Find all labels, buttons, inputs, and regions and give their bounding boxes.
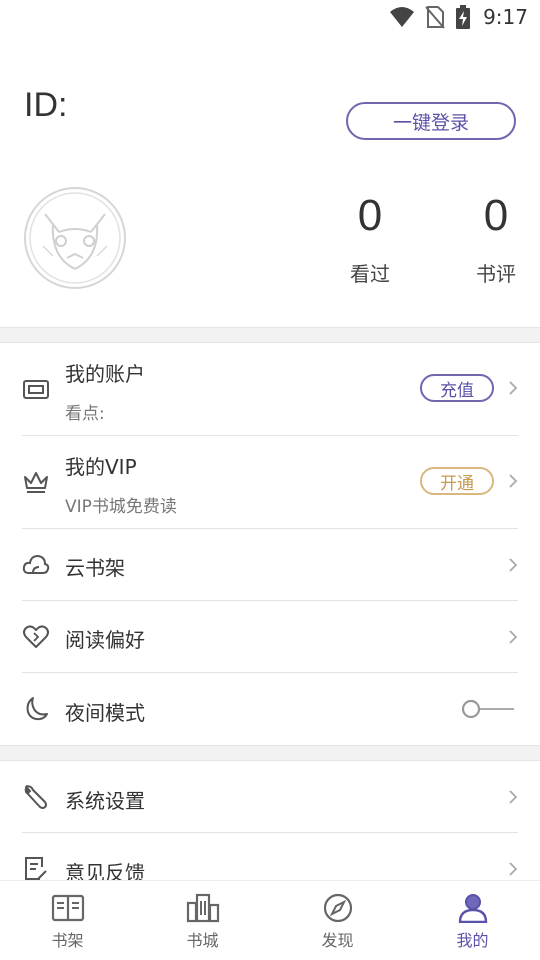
menu-item-feedback[interactable]: 意见反馈: [0, 833, 540, 880]
chevron-right-icon: [509, 474, 518, 488]
menu-item-night-mode[interactable]: 夜间模式: [0, 673, 540, 745]
stat-reviews-value: 0: [483, 191, 509, 240]
stat-viewed[interactable]: 0 看过: [330, 194, 410, 287]
tab-bookstore[interactable]: 书城: [135, 881, 270, 960]
menu-cloud-shelf-title: 云书架: [65, 556, 125, 580]
chevron-right-icon: [509, 630, 518, 644]
bottom-tab-bar: 书架 书城 发现 我的: [0, 880, 540, 960]
profile-header: ID: 一键登录 0 看过 0 书评: [0, 36, 540, 326]
heart-icon: [23, 625, 49, 648]
stat-reviews-label: 书评: [476, 262, 516, 286]
tab-bookstore-label: 书城: [186, 931, 219, 950]
status-time: 9:17: [483, 5, 528, 29]
menu-vip-title: 我的VIP: [65, 455, 137, 479]
tab-bookshelf[interactable]: 书架: [0, 881, 135, 960]
wallet-icon: [23, 380, 49, 399]
default-avatar[interactable]: [23, 186, 127, 290]
user-id-label: ID:: [24, 86, 68, 124]
cloud-icon: [22, 554, 50, 574]
user-icon: [458, 894, 487, 923]
status-bar: 9:17: [0, 0, 540, 36]
crown-icon: [24, 472, 48, 493]
wrench-icon: [24, 785, 47, 809]
menu-account-title: 我的账户: [65, 362, 145, 386]
chevron-right-icon: [509, 790, 518, 804]
menu-account-points: 看点:: [65, 404, 105, 424]
compass-icon: [323, 893, 352, 923]
menu-item-vip[interactable]: 我的VIP VIP书城免费读 开通: [0, 436, 540, 528]
bookstore-icon: [186, 893, 219, 923]
recharge-button[interactable]: 充值: [420, 374, 494, 402]
bookshelf-icon: [51, 894, 84, 922]
menu-item-settings[interactable]: 系统设置: [0, 761, 540, 832]
tab-mine[interactable]: 我的: [405, 881, 540, 960]
menu-night-mode-title: 夜间模式: [65, 701, 145, 725]
tab-bookshelf-label: 书架: [51, 931, 84, 950]
one-click-login-button[interactable]: 一键登录: [346, 102, 516, 140]
chevron-right-icon: [509, 381, 518, 395]
stat-reviews[interactable]: 0 书评: [456, 194, 536, 287]
menu-reading-preference-title: 阅读偏好: [65, 628, 145, 652]
menu-item-reading-preference[interactable]: 阅读偏好: [0, 601, 540, 672]
tab-mine-label: 我的: [456, 931, 489, 950]
tab-discover[interactable]: 发现: [270, 881, 405, 960]
night-mode-toggle[interactable]: [460, 698, 516, 720]
stat-viewed-value: 0: [357, 191, 383, 240]
menu-feedback-title: 意见反馈: [65, 861, 145, 880]
section-separator: [0, 327, 540, 343]
chevron-right-icon: [509, 558, 518, 572]
feedback-icon: [25, 857, 47, 880]
menu-vip-subtitle: VIP书城免费读: [65, 497, 177, 517]
menu-settings-title: 系统设置: [65, 789, 145, 813]
tab-discover-label: 发现: [321, 931, 354, 950]
stat-viewed-label: 看过: [350, 262, 390, 286]
no-sim-icon: [425, 6, 445, 29]
menu-item-cloud-shelf[interactable]: 云书架: [0, 529, 540, 600]
chevron-right-icon: [509, 862, 518, 876]
wifi-icon: [390, 7, 415, 27]
battery-charging-icon: [456, 5, 471, 29]
section-separator: [0, 745, 540, 761]
menu-item-account[interactable]: 我的账户 看点: 充值: [0, 343, 540, 435]
moon-icon: [26, 697, 48, 721]
open-vip-button[interactable]: 开通: [420, 467, 494, 495]
